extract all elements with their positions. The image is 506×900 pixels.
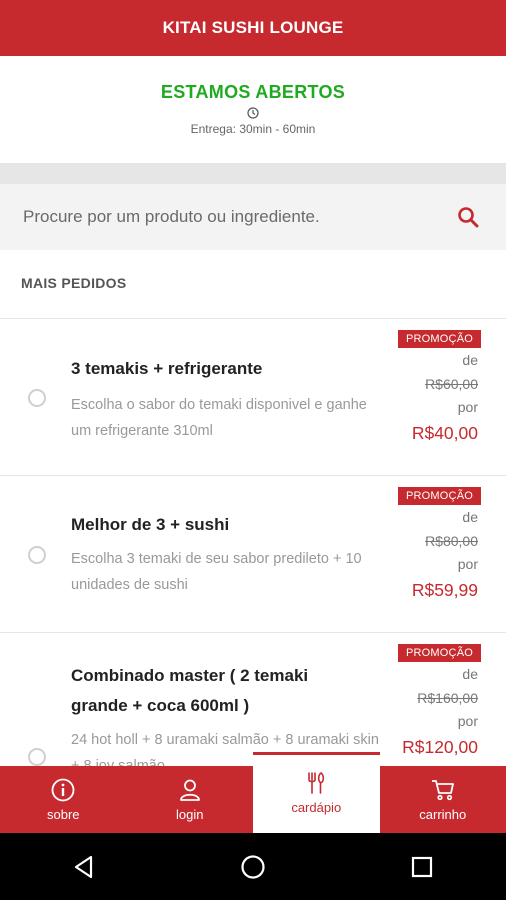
select-radio[interactable] [28,546,46,564]
info-icon [51,778,75,802]
open-status-label: ESTAMOS ABERTOS [160,82,346,102]
new-price: R$59,99 [411,579,478,600]
search-icon[interactable] [456,205,480,229]
app-header: KITAI SUSHI LOUNGE [0,0,506,56]
section-title: MAIS PEDIDOS [21,275,127,291]
back-icon[interactable] [70,853,98,881]
por-label: por [457,556,478,572]
old-price: R$160,00 [417,689,478,706]
divider [0,163,506,184]
price-block: de R$60,00 por R$40,00 [412,349,478,447]
new-price: R$40,00 [411,422,478,443]
system-nav-bar [0,833,506,900]
select-radio[interactable] [28,748,46,766]
app-title: KITAI SUSHI LOUNGE [162,18,344,37]
new-price: R$120,00 [402,736,478,757]
clock-icon [247,107,259,119]
por-label: por [457,713,478,729]
promo-badge: PROMOÇÃO [398,330,481,348]
recents-icon[interactable] [408,853,436,881]
product-item[interactable]: Melhor de 3 + sushi Escolha 3 temaki de … [0,475,506,632]
promo-badge: PROMOÇÃO [398,644,481,662]
tab-sobre[interactable]: sobre [0,766,127,833]
search-bar [0,184,506,250]
tab-label: cardápio [291,800,342,815]
home-icon[interactable] [239,853,267,881]
de-label: de [462,509,478,525]
select-radio[interactable] [28,389,46,407]
product-item[interactable]: 3 temakis + refrigerante Escolha o sabor… [0,318,506,475]
old-price: R$80,00 [425,532,478,549]
user-icon [179,779,200,801]
tab-label: sobre [46,807,80,822]
cart-icon [431,780,454,801]
search-input[interactable] [21,206,445,228]
store-status: ESTAMOS ABERTOS Entrega: 30min - 60min [0,56,506,163]
promo-badge: PROMOÇÃO [398,487,481,505]
product-list: 3 temakis + refrigerante Escolha o sabor… [0,318,506,766]
product-item[interactable]: Combinado master ( 2 temaki grande + coc… [0,632,506,766]
tab-carrinho[interactable]: carrinho [380,766,506,833]
old-price: R$60,00 [425,375,478,392]
tab-label: carrinho [419,807,467,822]
price-block: de R$160,00 por R$120,00 [402,663,478,761]
product-description: Escolha o sabor do temaki disponivel e g… [71,397,367,439]
cutlery-icon [308,772,325,794]
product-description: Escolha 3 temaki de seu sabor predileto … [71,551,362,593]
tab-login[interactable]: login [127,766,254,833]
product-name: 3 temakis + refrigerante [71,359,263,378]
product-name: Melhor de 3 + sushi [71,515,230,534]
tab-cardapio[interactable]: cardápio [253,752,380,833]
delivery-time: Entrega: 30min - 60min [190,122,316,136]
de-label: de [462,352,478,368]
bottom-tab-bar: sobre login cardápio carrinho [0,752,506,833]
tab-label: login [176,807,204,822]
de-label: de [462,666,478,682]
product-name: Combinado master ( 2 temaki grande + coc… [71,666,309,715]
price-block: de R$80,00 por R$59,99 [412,506,478,604]
por-label: por [457,399,478,415]
